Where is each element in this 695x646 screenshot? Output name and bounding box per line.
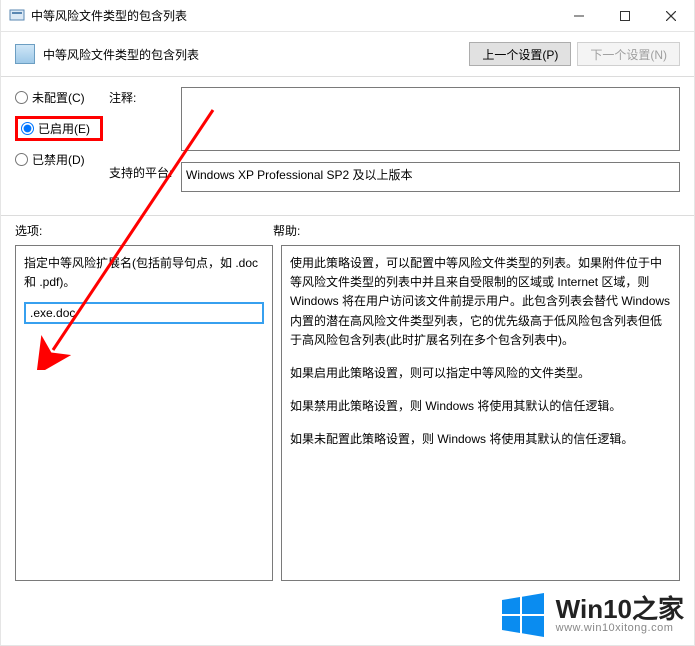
maximize-button[interactable] — [602, 0, 648, 31]
help-panel[interactable]: 使用此策略设置，可以配置中等风险文件类型的列表。如果附件位于中等风险文件类型的列… — [281, 245, 680, 581]
windows-logo-icon — [498, 591, 546, 639]
panel-labels: 选项: 帮助: — [15, 222, 680, 239]
state-radios: 未配置(C) 已启用(E) 已禁用(D) — [15, 87, 103, 168]
help-p4: 如果未配置此策略设置，则 Windows 将使用其默认的信任逻辑。 — [290, 430, 671, 449]
platform-field-wrap: Windows XP Professional SP2 及以上版本 — [181, 162, 680, 195]
window-controls — [556, 0, 694, 31]
radio-enabled-input[interactable] — [21, 122, 34, 135]
radio-disabled-label: 已禁用(D) — [32, 151, 85, 168]
options-description: 指定中等风险扩展名(包括前导句点，如 .doc 和 .pdf)。 — [24, 254, 264, 292]
policy-icon — [15, 44, 35, 64]
platform-label: 支持的平台: — [109, 162, 175, 181]
config-area: 未配置(C) 已启用(E) 已禁用(D) 注释: 支持的平台: Windows … — [1, 77, 694, 211]
radio-enabled-label: 已启用(E) — [38, 120, 90, 137]
watermark-brand: Win10之家 — [556, 596, 684, 623]
close-button[interactable] — [648, 0, 694, 31]
help-p3: 如果禁用此策略设置，则 Windows 将使用其默认的信任逻辑。 — [290, 397, 671, 416]
help-label: 帮助: — [273, 222, 300, 239]
minimize-button[interactable] — [556, 0, 602, 31]
radio-not-configured-label: 未配置(C) — [32, 89, 85, 106]
radio-disabled[interactable]: 已禁用(D) — [15, 151, 103, 168]
options-label: 选项: — [15, 222, 273, 239]
header: 中等风险文件类型的包含列表 上一个设置(P) 下一个设置(N) — [1, 32, 694, 72]
comment-label: 注释: — [109, 87, 175, 106]
comment-field[interactable] — [181, 87, 680, 151]
help-p1: 使用此策略设置，可以配置中等风险文件类型的列表。如果附件位于中等风险文件类型的列… — [290, 254, 671, 350]
radio-disabled-input[interactable] — [15, 153, 28, 166]
next-setting-button: 下一个设置(N) — [577, 42, 680, 66]
help-p2: 如果启用此策略设置，则可以指定中等风险的文件类型。 — [290, 364, 671, 383]
comment-field-wrap — [181, 87, 680, 154]
titlebar: 中等风险文件类型的包含列表 — [1, 0, 694, 32]
radio-not-configured-input[interactable] — [15, 91, 28, 104]
prev-setting-button[interactable]: 上一个设置(P) — [469, 42, 571, 66]
policy-title: 中等风险文件类型的包含列表 — [43, 46, 469, 63]
extensions-input[interactable] — [24, 302, 264, 324]
watermark-url: www.win10xitong.com — [556, 623, 684, 635]
radio-not-configured[interactable]: 未配置(C) — [15, 89, 103, 106]
window-title: 中等风险文件类型的包含列表 — [31, 7, 556, 24]
app-icon — [9, 8, 25, 24]
radio-enabled[interactable]: 已启用(E) — [15, 116, 103, 141]
panels: 指定中等风险扩展名(包括前导句点，如 .doc 和 .pdf)。 使用此策略设置… — [15, 245, 680, 581]
lower-section: 选项: 帮助: 指定中等风险扩展名(包括前导句点，如 .doc 和 .pdf)。… — [1, 216, 694, 595]
options-panel[interactable]: 指定中等风险扩展名(包括前导句点，如 .doc 和 .pdf)。 — [15, 245, 273, 581]
platform-field[interactable]: Windows XP Professional SP2 及以上版本 — [181, 162, 680, 192]
